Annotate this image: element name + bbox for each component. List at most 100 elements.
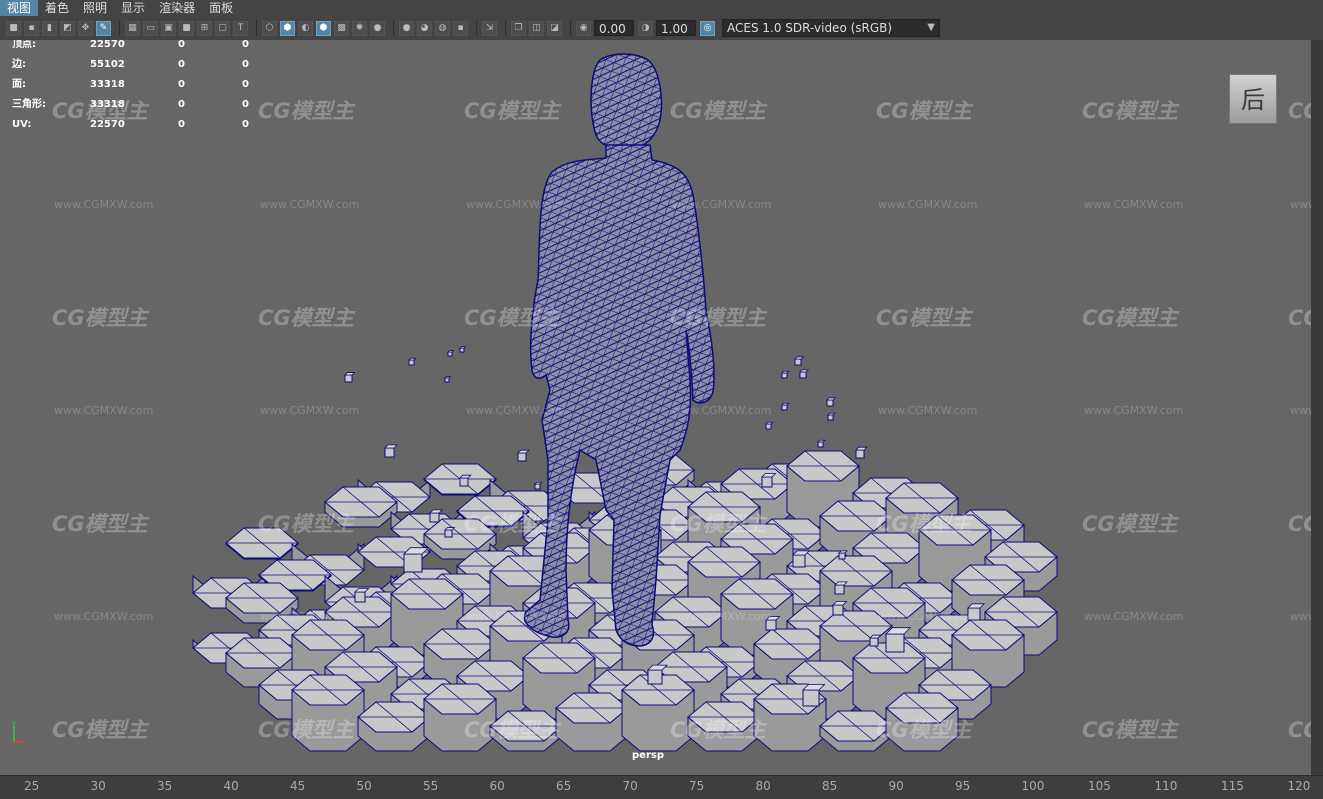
menu-item[interactable]: 渲染器 — [152, 0, 202, 16]
resolution-gate-icon[interactable]: ▣ — [161, 20, 176, 36]
motion-blur-icon[interactable]: ◕ — [417, 20, 432, 36]
wireframe-icon[interactable]: ⬡ — [262, 20, 277, 36]
bookmark-icon[interactable]: ▮ — [42, 20, 57, 36]
default-material-icon[interactable]: ◐ — [298, 20, 313, 36]
watermark-logo: CG模型主 — [1288, 718, 1311, 742]
watermark-logo: CG模型主 — [258, 512, 354, 536]
time-slider[interactable]: 25 30 35 40 45 50 55 60 65 70 75 80 85 90 95 100 105 110 1… — [0, 775, 1323, 799]
exposure-field[interactable]: 0.00 — [594, 20, 634, 36]
floating-cube — [447, 351, 453, 357]
hud-v2: 0 — [178, 119, 185, 130]
floating-cube-top — [794, 356, 805, 360]
timeline-tick-label: 45 — [290, 779, 306, 793]
hud-v1: 22570 — [90, 119, 125, 130]
watermark-logo: CG模型主 — [1288, 512, 1311, 536]
watermark-logo: CG模型主 — [464, 306, 560, 330]
floating-cube-top — [459, 346, 467, 349]
color-space-select[interactable]: ACES 1.0 SDR-video (sRGB) ▼ — [722, 19, 940, 37]
camera-select-icon[interactable]: ■ — [6, 20, 21, 36]
floating-cube-top — [765, 421, 774, 425]
menu-item[interactable]: 面板 — [202, 0, 240, 16]
xray-joints-icon[interactable]: ❐ — [511, 20, 526, 36]
gamma-field[interactable]: 1.00 — [656, 20, 696, 36]
floating-cube — [802, 689, 820, 707]
camera-attributes-icon[interactable]: ▪ — [24, 20, 39, 36]
floating-cube-top — [827, 412, 836, 416]
hud-v3: 0 — [242, 119, 249, 130]
floating-cube — [408, 359, 415, 366]
exposure-icon[interactable]: ◉ — [576, 20, 591, 36]
floating-cube-top — [447, 350, 455, 353]
safe-action-icon[interactable]: ▢ — [215, 20, 230, 36]
timeline-tick-label: 105 — [1088, 779, 1111, 793]
hud-label: 边: — [12, 59, 26, 70]
gate-mask-icon[interactable]: ■ — [179, 20, 194, 36]
watermark-logo: CG模型主 — [1288, 99, 1311, 123]
watermark-logo: CG模型主 — [1082, 306, 1178, 330]
chevron-down-icon: ▼ — [927, 22, 935, 33]
field-chart-icon[interactable]: ⊞ — [197, 20, 212, 36]
wireframe-on-shaded-icon[interactable]: ⬢ — [316, 20, 331, 36]
gamma-icon[interactable]: ◑ — [638, 20, 653, 36]
watermark-logo: CG模型主 — [1082, 99, 1178, 123]
screen-space-ao-icon[interactable]: ● — [399, 20, 414, 36]
timeline-tick-label: 80 — [755, 779, 771, 793]
toolbar-separator — [505, 20, 506, 36]
menu-item[interactable]: 视图 — [0, 0, 39, 16]
safe-title-icon[interactable]: T — [233, 20, 248, 36]
watermark-logo: CG模型主 — [464, 99, 560, 123]
hud-v1: 22570 — [90, 40, 125, 50]
image-plane-icon[interactable]: ◩ — [60, 20, 75, 36]
menu-item[interactable]: 显示 — [114, 0, 152, 16]
floating-cube-top — [826, 397, 837, 401]
watermark-url: www.CGMXW.com — [260, 198, 360, 211]
viewport-scrollbar[interactable] — [1311, 40, 1323, 775]
grease-pencil-icon[interactable]: ✎ — [96, 20, 111, 36]
floating-cube — [344, 374, 353, 383]
lights-icon[interactable]: ✺ — [352, 20, 367, 36]
perspective-viewport[interactable]: CG模型主 CG模型主 CG模型主 CG模型主 CG模型主 CG模型主 CG模型主 CG模型主… — [0, 40, 1311, 775]
axis-gizmo: y — [12, 719, 24, 743]
menu-item[interactable]: 照明 — [76, 0, 114, 16]
hud-label: 面: — [12, 79, 26, 90]
watermark-url: www.CGMXW.com — [54, 404, 154, 417]
floating-cube — [781, 404, 788, 411]
watermark-url: www.CGMXW.com — [1290, 404, 1311, 417]
watermark-url: www.CGMXW.com — [1084, 610, 1184, 623]
viewcube[interactable]: 后 — [1229, 74, 1277, 124]
watermark-logo: CG模型主 — [670, 306, 766, 330]
shadows-icon[interactable]: ● — [370, 20, 385, 36]
isolate-select-icon[interactable]: ⇲ — [482, 20, 497, 36]
floating-cube — [384, 447, 395, 458]
floating-cube-top — [799, 369, 810, 373]
grid-icon[interactable]: ▦ — [125, 20, 140, 36]
timeline-tick-label: 70 — [622, 779, 638, 793]
floating-cube — [429, 512, 440, 523]
film-gate-icon[interactable]: ▭ — [143, 20, 158, 36]
floating-cube — [354, 591, 366, 603]
floating-cube-top — [781, 370, 790, 374]
watermark-logo: CG模型主 — [258, 718, 354, 742]
menu-item[interactable]: 着色 — [38, 0, 76, 16]
timeline-tick-label: 115 — [1221, 779, 1244, 793]
xray-icon[interactable]: ▩ — [334, 20, 349, 36]
anti-aliasing-icon[interactable]: ◍ — [435, 20, 450, 36]
timeline-tick-label: 65 — [556, 779, 572, 793]
watermark-url: www.CGMXW.com — [54, 610, 154, 623]
timeline-tick-label: 90 — [888, 779, 904, 793]
floating-cube — [838, 552, 846, 560]
color-management-icon[interactable]: ◎ — [700, 20, 715, 36]
xray-active-icon[interactable]: ◫ — [529, 20, 544, 36]
smooth-shade-icon[interactable]: ⬢ — [280, 20, 295, 36]
timeline-tick-label: 110 — [1154, 779, 1178, 793]
timeline-tick-label: 35 — [157, 779, 173, 793]
2d-pan-zoom-icon[interactable]: ✥ — [78, 20, 93, 36]
floating-cube — [792, 554, 806, 568]
hud-row: UV: 22570 0 0 — [12, 120, 249, 140]
watermark-logo: CG模型主 — [670, 99, 766, 123]
watermark-url: www.CGMXW.com — [878, 198, 978, 211]
backface-culling-icon[interactable]: ◪ — [547, 20, 562, 36]
watermark-logo: CG模型主 — [1082, 512, 1178, 536]
floating-cube — [827, 414, 834, 421]
depth-of-field-icon[interactable]: ▪ — [453, 20, 468, 36]
